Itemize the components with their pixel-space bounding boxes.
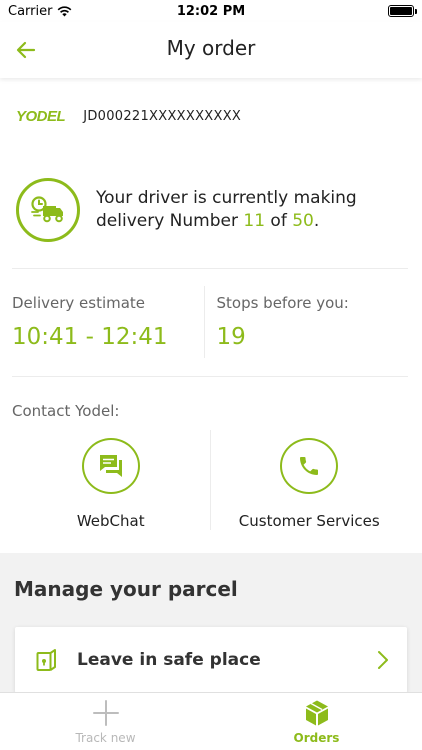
leave-in-safe-place-label: Leave in safe place (77, 650, 261, 670)
chat-icon (99, 455, 122, 477)
manage-parcel-title: Manage your parcel (14, 577, 238, 601)
delivery-van-badge (16, 178, 80, 242)
delivery-estimate-column: Delivery estimate 10:41 - 12:41 (12, 286, 204, 358)
delivery-van-icon (31, 196, 63, 223)
tab-track-new-label: Track new (75, 731, 136, 745)
tab-orders[interactable]: Orders (211, 693, 422, 750)
page-title: My order (166, 36, 256, 60)
chevron-right-icon (378, 651, 388, 669)
status-bar: Carrier 12:02 PM (0, 0, 422, 22)
phone-icon (300, 457, 319, 475)
driver-status-text: Your driver is currently making delivery… (96, 187, 408, 233)
leave-in-safe-place-button[interactable]: Leave in safe place (15, 627, 407, 693)
status-time: 12:02 PM (176, 4, 246, 19)
delivery-estimate-value: 10:41 - 12:41 (12, 324, 168, 350)
current-delivery-number: 11 (243, 211, 266, 231)
stops-label: Stops before you: (216, 294, 349, 312)
tracking-row: YODEL JD000221XXXXXXXXXX (16, 108, 241, 125)
driver-text-of: of (265, 211, 293, 231)
driver-status: Your driver is currently making delivery… (16, 178, 408, 242)
tab-bar: Track new Orders (0, 692, 422, 750)
contact-options: WebChat Customer Services (12, 430, 408, 530)
manage-parcel-section: Manage your parcel Leave in safe place (0, 553, 422, 693)
delivery-estimate-label: Delivery estimate (12, 294, 146, 312)
stops-value: 19 (216, 324, 246, 350)
webchat-label: WebChat (76, 512, 145, 530)
total-deliveries: 50 (292, 211, 314, 231)
delivery-estimate-section: Delivery estimate 10:41 - 12:41 Stops be… (12, 286, 408, 358)
tracking-number: JD000221XXXXXXXXXX (83, 109, 242, 124)
yodel-logo: YODEL (16, 108, 66, 125)
plus-icon (92, 700, 119, 726)
tab-orders-label: Orders (293, 731, 340, 745)
battery-icon (388, 5, 417, 17)
tab-track-new[interactable]: Track new (0, 693, 211, 750)
lock-icon (35, 647, 59, 673)
driver-text-suffix: . (313, 211, 320, 231)
customer-services-button[interactable] (280, 438, 339, 494)
parcel-box-icon (305, 700, 328, 726)
nav-bar: My order (0, 22, 422, 78)
stops-column: Stops before you: 19 (203, 286, 409, 358)
webchat-button[interactable] (81, 438, 140, 494)
divider (12, 376, 408, 377)
divider (12, 268, 408, 269)
customer-services-label: Customer Services (238, 512, 380, 530)
contact-label: Contact Yodel: (12, 402, 120, 420)
webchat-option[interactable]: WebChat (12, 430, 210, 530)
customer-services-option[interactable]: Customer Services (209, 430, 409, 530)
